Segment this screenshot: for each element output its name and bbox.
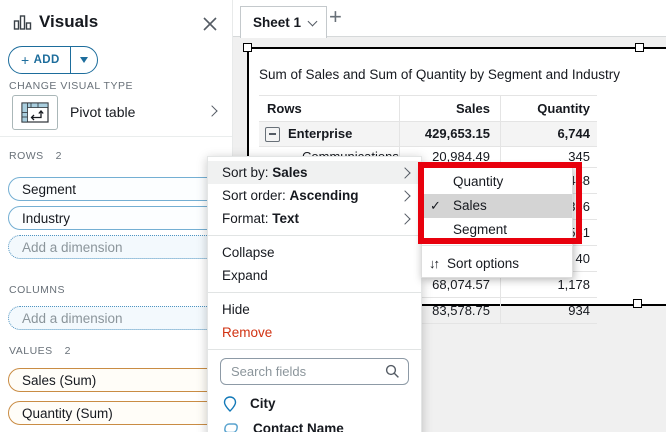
chevron-down-icon[interactable] (308, 16, 318, 26)
row-label: Enterprise (288, 122, 352, 146)
submenu-option-segment[interactable]: Segment (422, 218, 572, 242)
rows-count: 2 (56, 150, 62, 162)
values-section-label: VALUES2 (9, 345, 71, 357)
location-pin-icon (223, 396, 237, 412)
add-button[interactable]: + ADD (9, 47, 71, 73)
sort-by-submenu: Quantity ✓ Sales Segment ↓↑ Sort options (421, 166, 573, 278)
close-icon[interactable] (201, 15, 219, 33)
menu-item-format[interactable]: Format: Text (208, 207, 421, 230)
panel-title: Visuals (39, 12, 98, 32)
columns-section-label: COLUMNS (9, 284, 65, 296)
chevron-right-icon (399, 167, 410, 178)
field-pill-industry[interactable]: Industry (8, 206, 219, 230)
menu-item-expand[interactable]: Expand (208, 264, 421, 287)
tab-sheet-1[interactable]: Sheet 1 (240, 6, 327, 38)
resize-handle-top-left[interactable] (243, 43, 252, 52)
quantity-value: 6,744 (500, 122, 597, 146)
resize-handle-bottom[interactable] (633, 299, 642, 308)
change-visual-type-label: CHANGE VISUAL TYPE (9, 80, 133, 92)
panel-divider (0, 136, 232, 137)
sort-arrows-icon: ↓↑ (429, 256, 438, 271)
menu-item-remove[interactable]: Remove (208, 321, 421, 344)
checkmark-icon: ✓ (430, 194, 441, 218)
dimension-field-icon (223, 422, 240, 432)
collapse-icon[interactable] (265, 127, 280, 142)
values-count: 2 (65, 345, 71, 357)
context-menu: Sort by: Sales Sort order: Ascending For… (207, 156, 422, 432)
field-label: City (250, 396, 276, 411)
submenu-option-quantity[interactable]: Quantity (422, 170, 572, 194)
chevron-right-icon (399, 190, 410, 201)
plus-icon: + (21, 52, 30, 68)
field-label: Contact Name (253, 421, 344, 432)
search-icon (385, 364, 400, 379)
field-pill-quantity-sum[interactable]: Quantity (Sum) (8, 401, 219, 425)
menu-item-sort-order[interactable]: Sort order: Ascending (208, 184, 421, 207)
header-quantity: Quantity (500, 96, 597, 121)
pivot-table-icon (21, 102, 49, 123)
sheet-tab-bar: Sheet 1 + (232, 0, 666, 37)
visual-type-label: Pivot table (70, 104, 135, 120)
header-sales: Sales (399, 96, 500, 121)
visual-type-button[interactable] (12, 95, 58, 130)
rows-section-label: ROWS2 (9, 150, 62, 162)
search-fields-container (220, 358, 409, 385)
chevron-right-icon[interactable] (206, 105, 217, 116)
header-rows: Rows (259, 96, 399, 121)
visuals-panel: Visuals + ADD CHANGE VISUAL TYPE (0, 0, 233, 432)
menu-item-hide[interactable]: Hide (208, 298, 421, 321)
field-pill-sales-sum[interactable]: Sales (Sum) (8, 368, 219, 392)
bar-chart-icon (13, 14, 32, 31)
resize-handle-top[interactable] (635, 43, 644, 52)
sales-value: 429,653.15 (399, 122, 500, 146)
menu-item-collapse[interactable]: Collapse (208, 241, 421, 264)
field-pill-segment[interactable]: Segment (8, 177, 219, 201)
menu-item-sort-by[interactable]: Sort by: Sales (208, 161, 421, 184)
menu-divider (208, 235, 421, 236)
submenu-option-sales[interactable]: ✓ Sales (422, 194, 572, 218)
quantity-value: 934 (500, 298, 597, 323)
submenu-item-sort-options[interactable]: ↓↑ Sort options (422, 249, 572, 277)
sheet-tab-label: Sheet 1 (253, 15, 301, 30)
add-visual-split-button: + ADD (8, 46, 98, 74)
menu-divider (208, 292, 421, 293)
add-dimension-dropzone-columns[interactable]: Add a dimension (8, 306, 219, 330)
visual-title: Sum of Sales and Sum of Quantity by Segm… (259, 67, 620, 82)
field-item-contact-name[interactable]: Contact Name (208, 416, 421, 432)
menu-divider (422, 245, 572, 246)
table-row-enterprise[interactable]: Enterprise 429,653.15 6,744 (259, 122, 597, 147)
caret-down-icon (80, 57, 88, 63)
add-sheet-button[interactable]: + (329, 4, 342, 30)
chevron-right-icon (399, 213, 410, 224)
add-dimension-dropzone-rows[interactable]: Add a dimension (8, 235, 219, 259)
add-dropdown-button[interactable] (71, 47, 97, 73)
menu-divider (208, 349, 421, 350)
quicksight-analysis-screen: Sheet 1 + Sum of Sales and Sum of Quanti… (0, 0, 666, 432)
field-item-city[interactable]: City (208, 391, 421, 416)
table-header-row: Rows Sales Quantity (259, 95, 597, 122)
search-fields-input[interactable] (220, 358, 409, 385)
quantity-value: 345 (500, 147, 597, 167)
add-button-label: ADD (34, 54, 60, 66)
